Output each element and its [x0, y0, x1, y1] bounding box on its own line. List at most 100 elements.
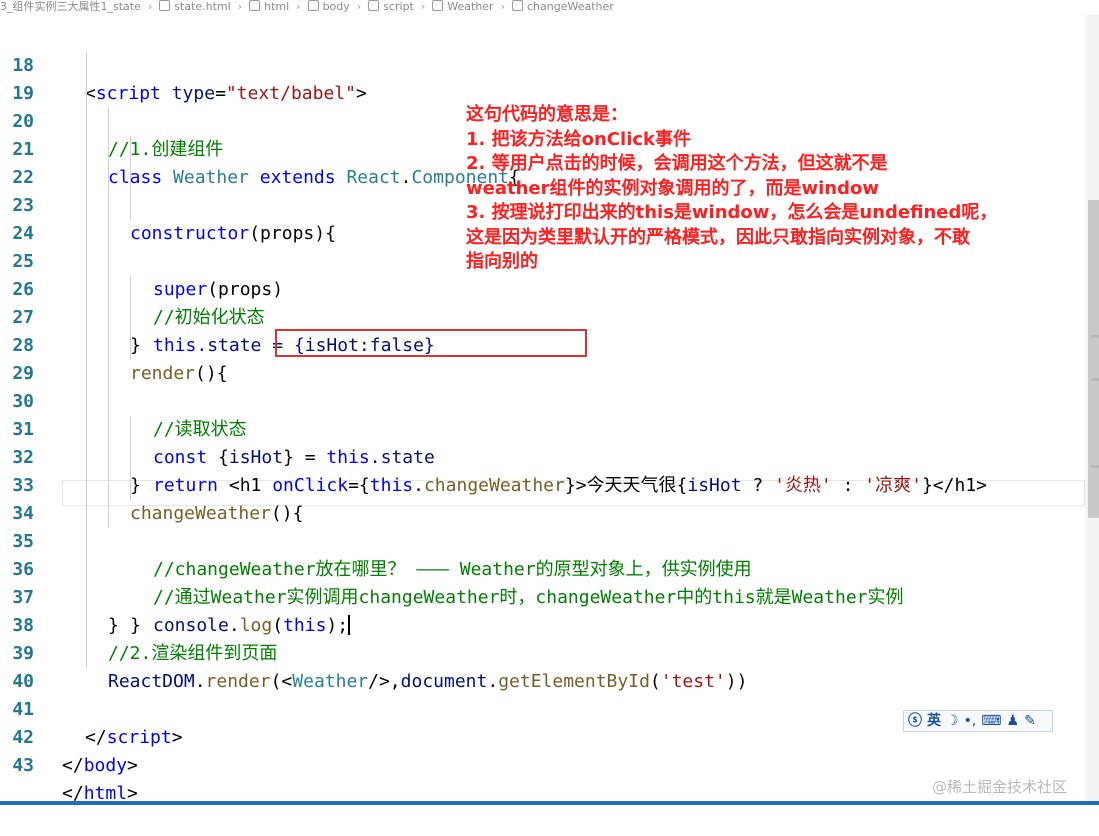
indent-guide [86, 52, 87, 80]
highlight-box [275, 329, 587, 357]
indent-guide [108, 472, 109, 500]
indent-guide [130, 472, 131, 500]
chevron-right-icon: › [420, 0, 426, 13]
annotation-note: 这句代码的意思是： 1. 把该方法给onClick事件 2. 等用户点击的时候，… [466, 103, 1076, 275]
code-line[interactable]: 18 <script type="text/babel"> [0, 24, 1085, 104]
indent-guide [86, 220, 87, 248]
code-line[interactable]: 40 [0, 640, 1085, 692]
indent-guide [108, 192, 109, 220]
indent-guide [86, 612, 87, 640]
indent-guide [108, 500, 109, 528]
code-line[interactable]: 32 //changeWeather放在哪里？ ——— Weather的原型对象… [0, 416, 1085, 580]
breadcrumb-item-body[interactable]: body [323, 0, 350, 13]
annotation-line: 指向别的 [466, 251, 538, 272]
code-line[interactable]: 35 } [0, 500, 1085, 636]
breadcrumb-item-method[interactable]: changeWeather [527, 0, 614, 13]
ime-mode-toggle[interactable]: 英 [927, 711, 941, 731]
indent-guide [130, 332, 131, 360]
user-icon[interactable]: ♟ [1007, 711, 1020, 731]
indent-guide [130, 276, 131, 304]
file-icon [159, 0, 171, 11]
indent-guide [86, 136, 87, 164]
breadcrumb-item-file[interactable]: state.html [174, 0, 230, 13]
code-line[interactable]: 27 //读取状态 [0, 276, 1085, 440]
chevron-right-icon: › [147, 0, 153, 13]
indent-guide [108, 388, 109, 416]
breadcrumb: 3_组件实例三大属性1_state › state.html › html › body › s… [0, 0, 1099, 14]
watermark: @稀土掘金技术社区 [932, 778, 1068, 796]
indent-guide [108, 332, 109, 360]
status-bar-edge [0, 801, 1099, 805]
annotation-line: 这是因为类里默认开的严格模式，因此只敢指向实例对象，不敢 [466, 226, 970, 248]
indent-guide [86, 388, 87, 416]
code-line[interactable]: 31 changeWeather(){ [0, 388, 1085, 524]
indent-guide [86, 304, 87, 332]
indent-guide [108, 164, 109, 192]
breadcrumb-item-html[interactable]: html [264, 0, 289, 13]
keyboard-icon[interactable]: ⌨ [981, 711, 1001, 731]
indent-guide [130, 164, 131, 192]
indent-guide [86, 640, 87, 668]
code-line[interactable]: 36 } [0, 528, 1085, 636]
indent-guide [86, 332, 87, 360]
element-icon [368, 0, 380, 11]
code-line[interactable]: 41 </script> [0, 668, 1085, 748]
element-icon [249, 0, 261, 11]
code-line[interactable]: 38 ReactDOM.render(<Weather/>,document.g… [0, 584, 1085, 692]
ime-logo-icon[interactable]: ⓢ [908, 711, 922, 731]
indent-guide [86, 500, 87, 528]
chevron-right-icon: › [296, 0, 301, 13]
indent-guide [86, 416, 87, 444]
indent-guide [130, 304, 131, 332]
indent-guide [108, 108, 109, 136]
chevron-right-icon: › [237, 0, 243, 13]
settings-icon[interactable]: ✎ [1024, 711, 1036, 731]
indent-guide [108, 220, 109, 248]
indent-guide [108, 444, 109, 472]
indent-guide [86, 444, 87, 472]
indent-guide [86, 276, 87, 304]
indent-guide [86, 164, 87, 192]
chevron-right-icon: › [500, 0, 505, 13]
code-line[interactable]: 28 const {isHot} = this.state [0, 304, 1085, 468]
indent-guide [108, 248, 109, 276]
code-line[interactable]: 34 console.log(this); [0, 472, 1085, 636]
indent-guide [86, 584, 87, 612]
class-icon [432, 0, 444, 11]
breadcrumb-item-folder[interactable]: 3_组件实例三大属性1_state [0, 0, 141, 13]
annotation-line: 这句代码的意思是： [466, 104, 628, 125]
indent-guide [108, 136, 109, 164]
code-line[interactable]: 37 //2.渲染组件到页面 [0, 556, 1085, 664]
annotation-line: 3. 按理说打印出来的this是window，怎么会是undefined呢， [466, 202, 998, 223]
punctuation-icon[interactable]: •, [964, 711, 977, 731]
scrollbar-marker [1091, 465, 1099, 468]
code-line[interactable]: 39 [0, 612, 1085, 664]
indent-guide [86, 192, 87, 220]
annotation-line: 2. 等用户点击的时候，会调用这个方法，但这就不是 [466, 153, 888, 174]
code-line[interactable]: 33 //通过Weather实例调用changeWeather时，changeW… [0, 444, 1085, 608]
indent-guide [86, 556, 87, 584]
indent-guide [130, 444, 131, 472]
annotation-line: weather组件的实例对象调用的了，而是window [466, 177, 879, 199]
indent-guide [86, 248, 87, 276]
indent-guide [130, 136, 131, 164]
indent-guide [108, 304, 109, 332]
breadcrumb-item-script[interactable]: script [383, 0, 414, 13]
element-icon [307, 0, 319, 11]
line-number: 43 [12, 755, 34, 776]
indent-guide [108, 416, 109, 444]
code-line[interactable]: 19 //1.创建组件 [0, 52, 1085, 160]
chevron-right-icon: › [356, 0, 362, 13]
annotation-line: 1. 把该方法给onClick事件 [466, 128, 691, 150]
scrollbar-thumb[interactable] [1088, 200, 1099, 518]
indent-guide [108, 276, 109, 304]
indent-guide [86, 528, 87, 556]
indent-guide [86, 80, 87, 108]
code-line[interactable]: 30 } [0, 360, 1085, 496]
indent-guide [86, 360, 87, 388]
indent-guide [130, 192, 131, 220]
breadcrumb-item-class[interactable]: Weather [447, 0, 493, 13]
ime-toolbar[interactable]: ⓢ 英 ☽ •, ⌨ ♟ ✎ [903, 710, 1053, 732]
moon-icon[interactable]: ☽ [946, 711, 959, 731]
scrollbar-marker [1091, 335, 1099, 338]
